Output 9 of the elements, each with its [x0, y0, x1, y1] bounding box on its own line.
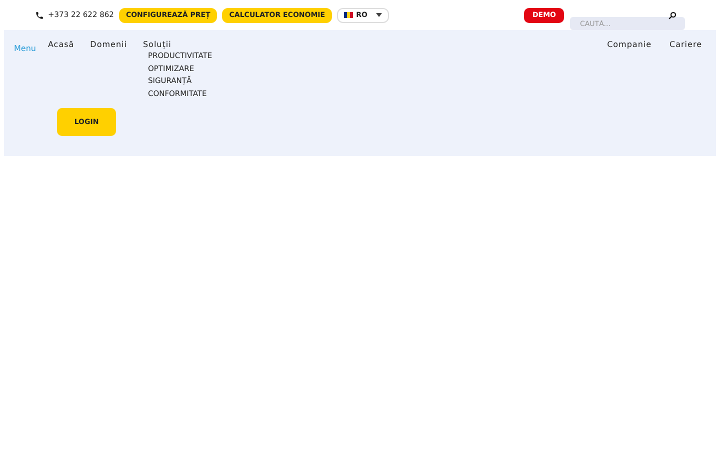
nav-link[interactable]: Acasă [48, 39, 74, 49]
flag-icon [344, 12, 354, 18]
nav-link[interactable]: Companie [607, 39, 652, 49]
nav-link[interactable]: Cariere [670, 39, 702, 49]
caret-icon [376, 13, 382, 17]
nav-link[interactable]: Soluții [142, 39, 212, 49]
phone-icon [35, 10, 44, 20]
nav-link[interactable]: Domenii [90, 39, 127, 49]
search-icon[interactable] [668, 10, 677, 20]
